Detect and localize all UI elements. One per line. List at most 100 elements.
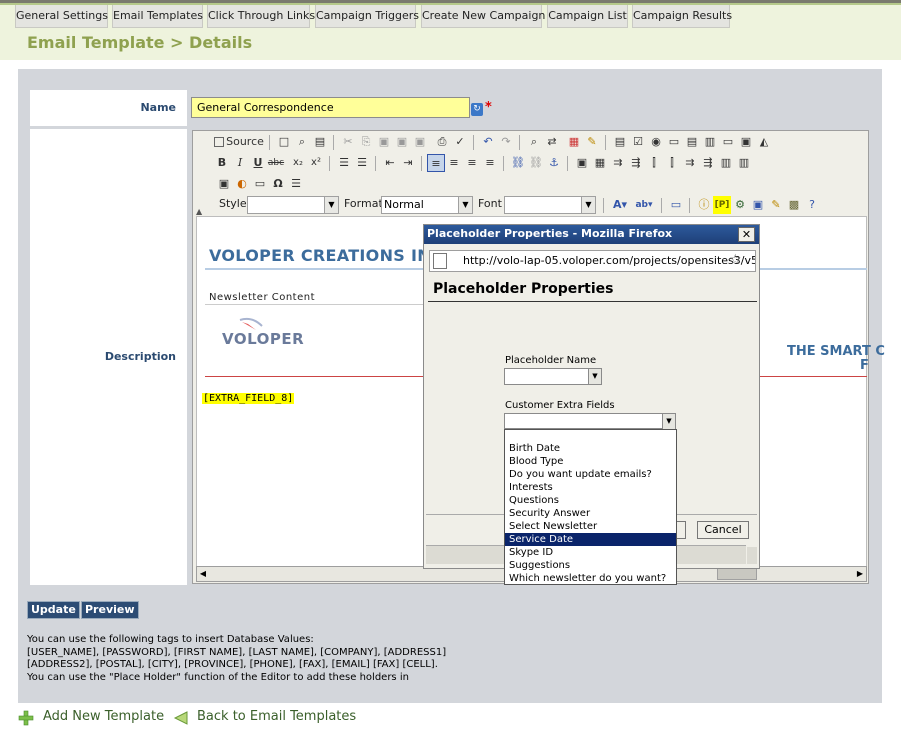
tab-general-settings[interactable]: General Settings [15, 5, 108, 28]
clean-icon[interactable]: ✎ [767, 196, 785, 214]
dropdown-option[interactable]: Select Newsletter [505, 520, 676, 533]
extra-field-placeholder[interactable]: [EXTRA_FIELD_8] [202, 393, 295, 404]
preview-icon[interactable]: ⌕ [293, 133, 311, 151]
back-arrow-icon[interactable] [173, 710, 189, 726]
dropdown-option[interactable]: Blood Type [505, 455, 676, 468]
justify-icon[interactable]: ≡ [481, 154, 499, 172]
print-icon[interactable]: ⎙ [433, 133, 451, 151]
bg-color-icon[interactable]: ab▾ [633, 196, 655, 214]
update-button[interactable]: Update [27, 601, 80, 619]
about-icon[interactable]: ▩ [785, 196, 803, 214]
delete-column-icon[interactable]: ⫿ [663, 154, 681, 172]
dropdown-option[interactable]: Which newsletter do you want? [505, 572, 676, 585]
align-left-icon[interactable]: ≡ [427, 154, 445, 172]
checkbox-icon[interactable]: ☑ [629, 133, 647, 151]
delete-row-icon[interactable]: ⇶ [627, 154, 645, 172]
tab-email-templates[interactable]: Email Templates [112, 5, 203, 28]
tab-click-through-links[interactable]: Click Through Links [207, 5, 315, 28]
dropdown-option[interactable]: Do you want update emails? [505, 468, 676, 481]
format-dropdown[interactable]: Normal ▼ [381, 196, 473, 214]
radio-icon[interactable]: ◉ [647, 133, 665, 151]
insert-row-icon[interactable]: ⇉ [609, 154, 627, 172]
insert-column-icon[interactable]: ⫿ [645, 154, 663, 172]
name-input[interactable]: General Correspondence [191, 97, 470, 118]
undo-icon[interactable]: ↶ [479, 133, 497, 151]
source-button[interactable]: Source [213, 133, 265, 151]
subscript-icon[interactable]: x₂ [289, 154, 307, 172]
font-dropdown[interactable]: ▼ [504, 196, 596, 214]
tab-campaign-triggers[interactable]: Campaign Triggers [315, 5, 419, 28]
find-icon[interactable]: ⌕ [525, 133, 543, 151]
spellcheck-icon[interactable]: ✓ [451, 133, 469, 151]
form-icon[interactable]: ▤ [611, 133, 629, 151]
split-cell-icon[interactable]: ▥ [735, 154, 753, 172]
special-char-icon[interactable]: Ω [269, 175, 287, 193]
scroll-right-icon[interactable]: ▶ [853, 566, 867, 582]
scroll-left-icon[interactable]: ◀ [196, 566, 210, 582]
tab-campaign-results[interactable]: Campaign Results [632, 5, 732, 28]
redo-icon[interactable]: ↷ [497, 133, 515, 151]
superscript-icon[interactable]: x² [307, 154, 325, 172]
horizontal-rule-icon[interactable]: ▭ [251, 175, 269, 193]
back-to-email-templates-link[interactable]: Back to Email Templates [197, 709, 356, 724]
select-field-icon[interactable]: ▥ [701, 133, 719, 151]
insert-media-icon[interactable]: ▣ [749, 196, 767, 214]
select-all-icon[interactable]: ▦ [565, 133, 583, 151]
help-icon[interactable]: ? [803, 196, 821, 214]
placeholder-icon[interactable]: [P] [713, 196, 731, 214]
copy-icon[interactable]: ⎘ [357, 133, 375, 151]
underline-icon[interactable]: U [249, 154, 267, 172]
dropdown-option[interactable]: Skype ID [505, 546, 676, 559]
hidden-field-icon[interactable]: ◭ [755, 133, 773, 151]
numbered-list-icon[interactable]: ☰ [335, 154, 353, 172]
dropdown-option-selected[interactable]: Service Date [505, 533, 676, 546]
align-right-icon[interactable]: ≡ [463, 154, 481, 172]
cut-icon[interactable]: ✂ [339, 133, 357, 151]
customer-extra-fields-select[interactable]: ▼ [504, 413, 676, 429]
star-icon[interactable]: ☆ [729, 252, 742, 268]
dropdown-option[interactable]: Interests [505, 481, 676, 494]
delete-cell-icon[interactable]: ⇶ [699, 154, 717, 172]
image-button-icon[interactable]: ▣ [737, 133, 755, 151]
textarea-icon[interactable]: ▤ [683, 133, 701, 151]
page-break-icon[interactable]: ☰ [287, 175, 305, 193]
tab-create-new-campaign[interactable]: Create New Campaign [421, 5, 545, 28]
maximize-icon[interactable]: ▭ [667, 196, 685, 214]
bulleted-list-icon[interactable]: ☰ [353, 154, 371, 172]
italic-icon[interactable]: I [231, 154, 249, 172]
close-icon[interactable]: ✕ [738, 227, 755, 242]
flash-icon[interactable]: ◐ [233, 175, 251, 193]
paste-text-icon[interactable]: ▣ [393, 133, 411, 151]
refresh-icon[interactable]: ↻ [471, 103, 483, 116]
merge-cells-icon[interactable]: ▥ [717, 154, 735, 172]
link-icon[interactable]: ⛓ [509, 154, 527, 172]
preview-button[interactable]: Preview [81, 601, 139, 619]
plugin-icon[interactable]: ⚙ [731, 196, 749, 214]
unlink-icon[interactable]: ⛓ [527, 154, 545, 172]
paste-word-icon[interactable]: ▣ [411, 133, 429, 151]
placeholder-name-select[interactable]: ▼ [504, 368, 602, 385]
replace-icon[interactable]: ⇄ [543, 133, 561, 151]
dropdown-option[interactable]: Questions [505, 494, 676, 507]
style-dropdown[interactable]: ▼ [247, 196, 339, 214]
align-center-icon[interactable]: ≡ [445, 154, 463, 172]
dropdown-option[interactable]: Suggestions [505, 559, 676, 572]
cancel-button[interactable]: Cancel [697, 521, 749, 539]
remove-format-icon[interactable]: ✎ [583, 133, 601, 151]
info-icon[interactable]: ⓘ [695, 196, 713, 214]
strikethrough-icon[interactable]: abc [267, 154, 285, 172]
outdent-icon[interactable]: ⇤ [381, 154, 399, 172]
insert-cell-icon[interactable]: ⇉ [681, 154, 699, 172]
add-icon[interactable] [18, 710, 34, 726]
dropdown-option[interactable]: Birth Date [505, 442, 676, 455]
paste-icon[interactable]: ▣ [375, 133, 393, 151]
scrollbar-thumb[interactable] [717, 568, 757, 580]
insert-image-icon[interactable]: ▣ [215, 175, 233, 193]
add-new-template-link[interactable]: Add New Template [43, 709, 164, 724]
anchor-icon[interactable]: ⚓ [545, 154, 563, 172]
button-field-icon[interactable]: ▭ [719, 133, 737, 151]
indent-icon[interactable]: ⇥ [399, 154, 417, 172]
tab-campaign-list[interactable]: Campaign List [547, 5, 628, 28]
dropdown-option[interactable]: Security Answer [505, 507, 676, 520]
text-color-icon[interactable]: A▾ [609, 196, 631, 214]
